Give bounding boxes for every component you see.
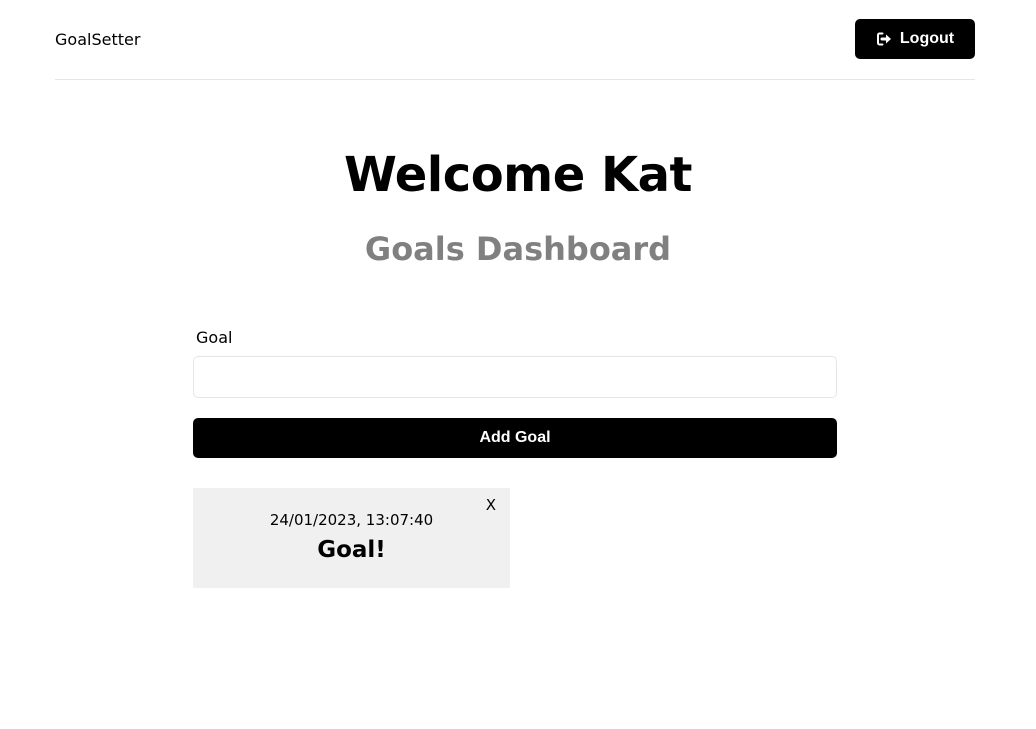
header: GoalSetter Logout: [55, 0, 975, 80]
goal-input[interactable]: [193, 356, 837, 398]
welcome-heading: Welcome Kat: [344, 147, 692, 203]
goal-field-label: Goal: [196, 328, 233, 347]
app-logo[interactable]: GoalSetter: [55, 30, 140, 50]
sign-out-icon: [876, 31, 892, 47]
add-goal-button[interactable]: Add Goal: [193, 418, 837, 458]
goal-card: 24/01/2023, 13:07:40 Goal! X: [193, 488, 510, 588]
delete-goal-button[interactable]: X: [486, 496, 496, 514]
logout-label: Logout: [899, 30, 955, 47]
goal-date: 24/01/2023, 13:07:40: [269, 511, 434, 529]
goal-form: Goal Add Goal: [193, 326, 837, 458]
page-subtitle: Goals Dashboard: [364, 230, 672, 268]
goal-text: Goal!: [317, 537, 386, 563]
logout-button[interactable]: Logout: [855, 19, 975, 59]
